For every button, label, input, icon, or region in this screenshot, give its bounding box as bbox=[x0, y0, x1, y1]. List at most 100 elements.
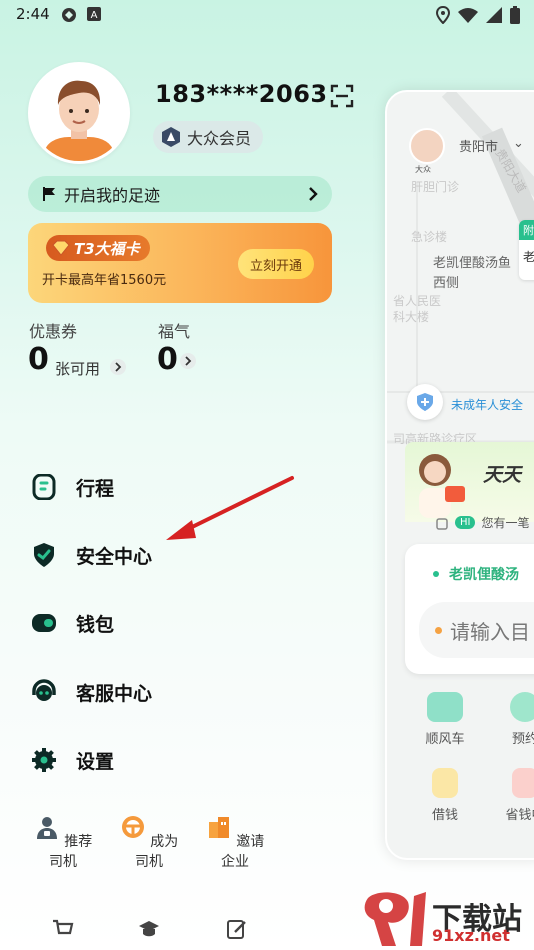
battery-icon bbox=[510, 6, 520, 24]
footprint-bar[interactable]: 开启我的足迹 bbox=[28, 176, 332, 212]
map-destination-card: 老凯俚酸汤 请输入目 bbox=[405, 544, 534, 674]
map-avatar[interactable] bbox=[409, 128, 445, 164]
map-poi-label: 急诊楼 bbox=[411, 230, 448, 244]
map-city-chevron-icon: ⌄ bbox=[513, 136, 524, 151]
wifi-icon bbox=[458, 8, 478, 23]
cart-icon[interactable] bbox=[52, 918, 74, 940]
menu-item-trip[interactable]: 行程 bbox=[30, 467, 114, 507]
member-badge[interactable]: 大众会员 bbox=[153, 121, 264, 153]
gear-icon bbox=[30, 746, 58, 774]
flag-icon bbox=[43, 187, 55, 201]
map-hi-text: 您有一笔 bbox=[481, 516, 530, 530]
map-poi-label: 西侧 bbox=[433, 276, 460, 291]
destination-input-placeholder: 请输入目 bbox=[450, 619, 530, 644]
map-minor-safety-text[interactable]: 未成年人安全 bbox=[451, 396, 523, 413]
map-grid-label: 预约 bbox=[511, 732, 534, 747]
map-grid-label: 省钱中 bbox=[505, 808, 534, 823]
app-notification-icon bbox=[62, 8, 76, 22]
destination-input[interactable]: 请输入目 bbox=[419, 602, 534, 658]
footprint-label: 开启我的足迹 bbox=[64, 186, 161, 205]
map-tag-body: 老 bbox=[523, 250, 534, 264]
map-grid-label: 顺风车 bbox=[425, 732, 465, 747]
fortune-label: 福气 bbox=[158, 322, 191, 341]
map-poi-label: 省人民医 bbox=[393, 294, 442, 308]
shield-icon bbox=[30, 541, 58, 569]
svg-text:A: A bbox=[91, 10, 98, 21]
card-subtitle: 开卡最高年省1560元 bbox=[42, 273, 167, 288]
menu-item-label: 设置 bbox=[76, 750, 115, 773]
map-card-destination[interactable]: 老凯俚酸汤 bbox=[433, 564, 519, 584]
menu-item-wallet[interactable]: 钱包 bbox=[30, 603, 114, 643]
map-poi-label: 科大楼 bbox=[393, 310, 430, 324]
edit-icon[interactable] bbox=[226, 918, 248, 940]
hi-badge: HI bbox=[455, 516, 476, 529]
steering-wheel-icon bbox=[121, 816, 144, 838]
red-arrow-annotation bbox=[166, 476, 294, 540]
woman-illustration-icon bbox=[419, 454, 465, 518]
map-safety-button[interactable] bbox=[407, 384, 443, 420]
shield-plus-icon bbox=[417, 393, 433, 411]
status-time: 2:44 bbox=[16, 5, 50, 23]
savings-icon bbox=[512, 768, 534, 798]
map-grid-yuyue[interactable]: 预约 bbox=[495, 692, 534, 747]
coupon-label: 优惠券 bbox=[29, 322, 78, 341]
diamond-icon bbox=[52, 240, 70, 256]
member-level-icon bbox=[162, 127, 180, 147]
map-card-destination-text: 老凯俚酸汤 bbox=[449, 567, 519, 583]
map-grid-jieqian[interactable]: 借钱 bbox=[415, 768, 475, 823]
card-title: T3大福卡 bbox=[74, 239, 140, 258]
headset-icon bbox=[30, 678, 58, 706]
map-tag-head: 附 bbox=[519, 220, 534, 240]
scan-icon[interactable] bbox=[330, 84, 354, 108]
green-dot-icon bbox=[433, 571, 439, 577]
menu-item-label: 行程 bbox=[76, 477, 115, 500]
menu-item-customer-service[interactable]: 客服中心 bbox=[30, 672, 152, 712]
map-tag[interactable]: 附 老 bbox=[519, 220, 534, 280]
cup-icon bbox=[436, 517, 448, 530]
a-notification-icon: A bbox=[87, 7, 101, 21]
map-hi-row[interactable]: HI 您有一笔 bbox=[435, 514, 529, 531]
status-bar: 2:44 A bbox=[0, 0, 534, 30]
wallet-icon bbox=[30, 609, 58, 637]
map-poi-label: 老凯俚酸汤鱼 bbox=[433, 256, 512, 271]
fortune-value[interactable]: 0 bbox=[157, 342, 178, 377]
map-grid-label: 借钱 bbox=[431, 808, 458, 823]
menu-item-settings[interactable]: 设置 bbox=[30, 740, 114, 780]
fortune-card-banner[interactable]: T3大福卡 开卡最高年省1560元 立刻开通 bbox=[28, 223, 332, 303]
menu-item-label: 客服中心 bbox=[76, 682, 153, 705]
car-icon bbox=[427, 692, 463, 722]
watermark-url: 91xz.net bbox=[432, 926, 510, 945]
trip-icon bbox=[30, 473, 58, 501]
driver-icon bbox=[36, 817, 57, 839]
map-grid-shunfengche[interactable]: 顺风车 bbox=[415, 692, 475, 747]
avatar[interactable] bbox=[28, 62, 130, 164]
map-poi-label: 肝胆门诊 bbox=[411, 180, 460, 194]
coupon-chevron-icon[interactable] bbox=[110, 359, 126, 375]
quick-invite-company[interactable]: 邀请企业 bbox=[200, 814, 270, 871]
map-grid-shengqian[interactable]: 省钱中 bbox=[495, 768, 534, 823]
quick-become-driver[interactable]: 成为司机 bbox=[114, 814, 184, 871]
clock-icon bbox=[510, 692, 534, 722]
user-avatar-icon bbox=[31, 65, 127, 161]
location-icon bbox=[436, 6, 450, 24]
map-avatar-badge: 大众 bbox=[415, 165, 431, 174]
coupon-value[interactable]: 0 bbox=[28, 342, 49, 377]
map-banner-title: 天天 bbox=[483, 464, 522, 486]
open-card-button-label: 立刻开通 bbox=[249, 258, 302, 274]
open-card-button[interactable]: 立刻开通 bbox=[237, 249, 314, 279]
graduation-cap-icon[interactable] bbox=[138, 918, 160, 940]
fortune-chevron-icon[interactable] bbox=[180, 353, 196, 369]
signal-icon bbox=[486, 7, 502, 23]
status-right-icons bbox=[436, 6, 520, 24]
phone-number: 183****2063 bbox=[155, 80, 328, 108]
menu-item-safety-center[interactable]: 安全中心 bbox=[30, 535, 152, 575]
menu-item-label: 安全中心 bbox=[76, 545, 153, 568]
orange-dot-icon bbox=[435, 626, 442, 634]
status-left-icons: A bbox=[60, 6, 102, 24]
home-map-preview[interactable]: 大众 贵阳市 ⌄ 贵阳大道 肝胆门诊 急诊楼 老凯俚酸汤鱼 西侧 省人民医 科大… bbox=[385, 90, 534, 860]
money-bag-icon bbox=[432, 768, 458, 798]
member-label: 大众会员 bbox=[187, 129, 252, 148]
coupon-unit[interactable]: 张可用 bbox=[55, 358, 100, 379]
building-icon bbox=[208, 817, 229, 838]
quick-recommend-driver[interactable]: 推荐司机 bbox=[28, 814, 98, 871]
